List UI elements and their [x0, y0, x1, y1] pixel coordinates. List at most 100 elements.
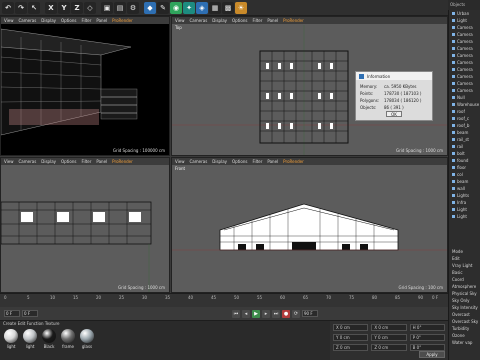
object-item[interactable]: Camera	[449, 31, 480, 38]
object-item[interactable]: found	[449, 157, 480, 164]
subdivision-button[interactable]: ◉	[170, 1, 182, 14]
object-item[interactable]: beam	[449, 129, 480, 136]
object-item[interactable]: col	[449, 171, 480, 178]
object-item[interactable]: Camera	[449, 45, 480, 52]
previous-key-button[interactable]: ◂	[242, 309, 250, 318]
object-item[interactable]: beam	[449, 178, 480, 185]
timeline-ruler[interactable]: 0 5 10 15 20 25 30 35 40 45 50 55 60 65 70 75 80 85 90 0 F	[0, 293, 448, 307]
coord-system-button[interactable]: ◇	[84, 1, 96, 14]
axis-x-button[interactable]: X	[45, 1, 57, 14]
go-to-start-button[interactable]: ⏮	[232, 309, 240, 318]
object-item[interactable]: roof_b	[449, 122, 480, 129]
attribute-item[interactable]: Turbidity	[449, 325, 480, 332]
coordinate-field[interactable]: B 0°	[409, 344, 445, 351]
next-key-button[interactable]: ▸	[262, 309, 270, 318]
object-label: Camera	[457, 39, 473, 44]
object-item[interactable]: rail_st	[449, 136, 480, 143]
right-viewport[interactable]: View Cameras Display Options Filter Pane…	[0, 157, 170, 293]
object-item[interactable]: roof	[449, 108, 480, 115]
play-button[interactable]: ▶	[252, 309, 260, 318]
material-swatch[interactable]: light	[22, 329, 38, 349]
apply-button[interactable]: Apply	[419, 351, 445, 358]
scene-button[interactable]: ▦	[209, 1, 221, 14]
auto-key-button[interactable]: ⟳	[292, 309, 300, 318]
attribute-item[interactable]: Coord	[449, 276, 480, 283]
current-frame-field[interactable]: 0 F	[22, 310, 38, 317]
attribute-item[interactable]: Basic	[449, 269, 480, 276]
light-button[interactable]: ☀	[235, 1, 247, 14]
object-item[interactable]: Light	[449, 213, 480, 220]
object-item[interactable]: Light	[449, 17, 480, 24]
render-settings-button[interactable]: ⚙	[127, 1, 139, 14]
deformer-button[interactable]: ◈	[196, 1, 208, 14]
ok-button[interactable]: OK	[386, 111, 402, 117]
object-item[interactable]: Infra	[449, 199, 480, 206]
object-item[interactable]: Lights	[449, 192, 480, 199]
coordinate-field[interactable]: X 0 cm	[333, 324, 369, 331]
attribute-item[interactable]: Water vap	[449, 339, 480, 346]
camera-button[interactable]: ▩	[222, 1, 234, 14]
render-region-button[interactable]: ▤	[114, 1, 126, 14]
object-item[interactable]: Urban	[449, 10, 480, 17]
redo-button[interactable]: ↷	[15, 1, 27, 14]
perspective-viewport[interactable]: View Cameras Display Options Filter Pane…	[0, 16, 170, 156]
end-frame-field[interactable]: 90 F	[302, 310, 318, 317]
coordinate-field[interactable]: Z 0 cm	[333, 344, 369, 351]
object-item[interactable]: Camera	[449, 52, 480, 59]
object-label: roof	[457, 109, 465, 114]
undo-button[interactable]: ↶	[2, 1, 14, 14]
object-item[interactable]: Light	[449, 206, 480, 213]
cube-button[interactable]: ◆	[144, 1, 156, 14]
dialog-title: Information	[367, 73, 391, 79]
attribute-item[interactable]: Sky Intensity	[449, 304, 480, 311]
attribute-item[interactable]: Sky Only	[449, 297, 480, 304]
attribute-item[interactable]: Physical Sky	[449, 290, 480, 297]
go-to-end-button[interactable]: ⏭	[272, 309, 280, 318]
coordinate-field[interactable]: X 0 cm	[371, 324, 407, 331]
object-item[interactable]: Camera	[449, 80, 480, 87]
object-item[interactable]: Warehouse	[449, 101, 480, 108]
object-item[interactable]: Camera	[449, 73, 480, 80]
attribute-item[interactable]: Atmosphere	[449, 283, 480, 290]
start-frame-field[interactable]: 0 F	[4, 310, 20, 317]
object-item[interactable]: Camera	[449, 24, 480, 31]
attribute-item[interactable]: Edit	[449, 255, 480, 262]
coordinate-field[interactable]: P 0°	[409, 334, 445, 341]
object-type-icon	[452, 215, 455, 218]
object-item[interactable]: bolt	[449, 150, 480, 157]
object-item[interactable]: Camera	[449, 38, 480, 45]
attribute-item[interactable]: Mode	[449, 248, 480, 255]
object-manager-list[interactable]: Urban Light Camera Camera Camera Camera Camera…	[448, 10, 480, 248]
render-view-button[interactable]: ▣	[101, 1, 113, 14]
front-viewport[interactable]: View Cameras Display Options Filter Pane…	[171, 157, 448, 293]
pen-button[interactable]: ✎	[157, 1, 169, 14]
object-label: Camera	[457, 88, 473, 93]
coordinate-field[interactable]: Y 0 cm	[371, 334, 407, 341]
attribute-item[interactable]: Overcast	[449, 311, 480, 318]
record-button[interactable]: ●	[282, 309, 290, 318]
material-swatch[interactable]: light	[3, 329, 19, 349]
attribute-item[interactable]: Ozone	[449, 332, 480, 339]
object-item[interactable]: rail	[449, 143, 480, 150]
object-item[interactable]: Camera	[449, 59, 480, 66]
material-swatch[interactable]: glass	[79, 329, 95, 349]
material-swatch[interactable]: frame	[60, 329, 76, 349]
object-type-icon	[452, 117, 455, 120]
attribute-manager[interactable]: Mode Edit Vray Light Basic Coord Atmosphere Ph…	[448, 248, 480, 360]
coordinate-field[interactable]: Y 0 cm	[333, 334, 369, 341]
object-item[interactable]: wall	[449, 185, 480, 192]
object-item[interactable]: Camera	[449, 66, 480, 73]
coordinate-field[interactable]: Z 0 cm	[371, 344, 407, 351]
select-button[interactable]: ↖	[28, 1, 40, 14]
coordinate-field[interactable]: H 0°	[409, 324, 445, 331]
object-item[interactable]: Null	[449, 94, 480, 101]
object-item[interactable]: roof_c	[449, 115, 480, 122]
object-item[interactable]: Camera	[449, 87, 480, 94]
material-swatch[interactable]: Black	[41, 329, 57, 349]
axis-z-button[interactable]: Z	[71, 1, 83, 14]
object-item[interactable]: floor	[449, 164, 480, 171]
array-button[interactable]: ✦	[183, 1, 195, 14]
attribute-item[interactable]: Overcast Sky	[449, 318, 480, 325]
axis-y-button[interactable]: Y	[58, 1, 70, 14]
attribute-item[interactable]: Vray Light	[449, 262, 480, 269]
